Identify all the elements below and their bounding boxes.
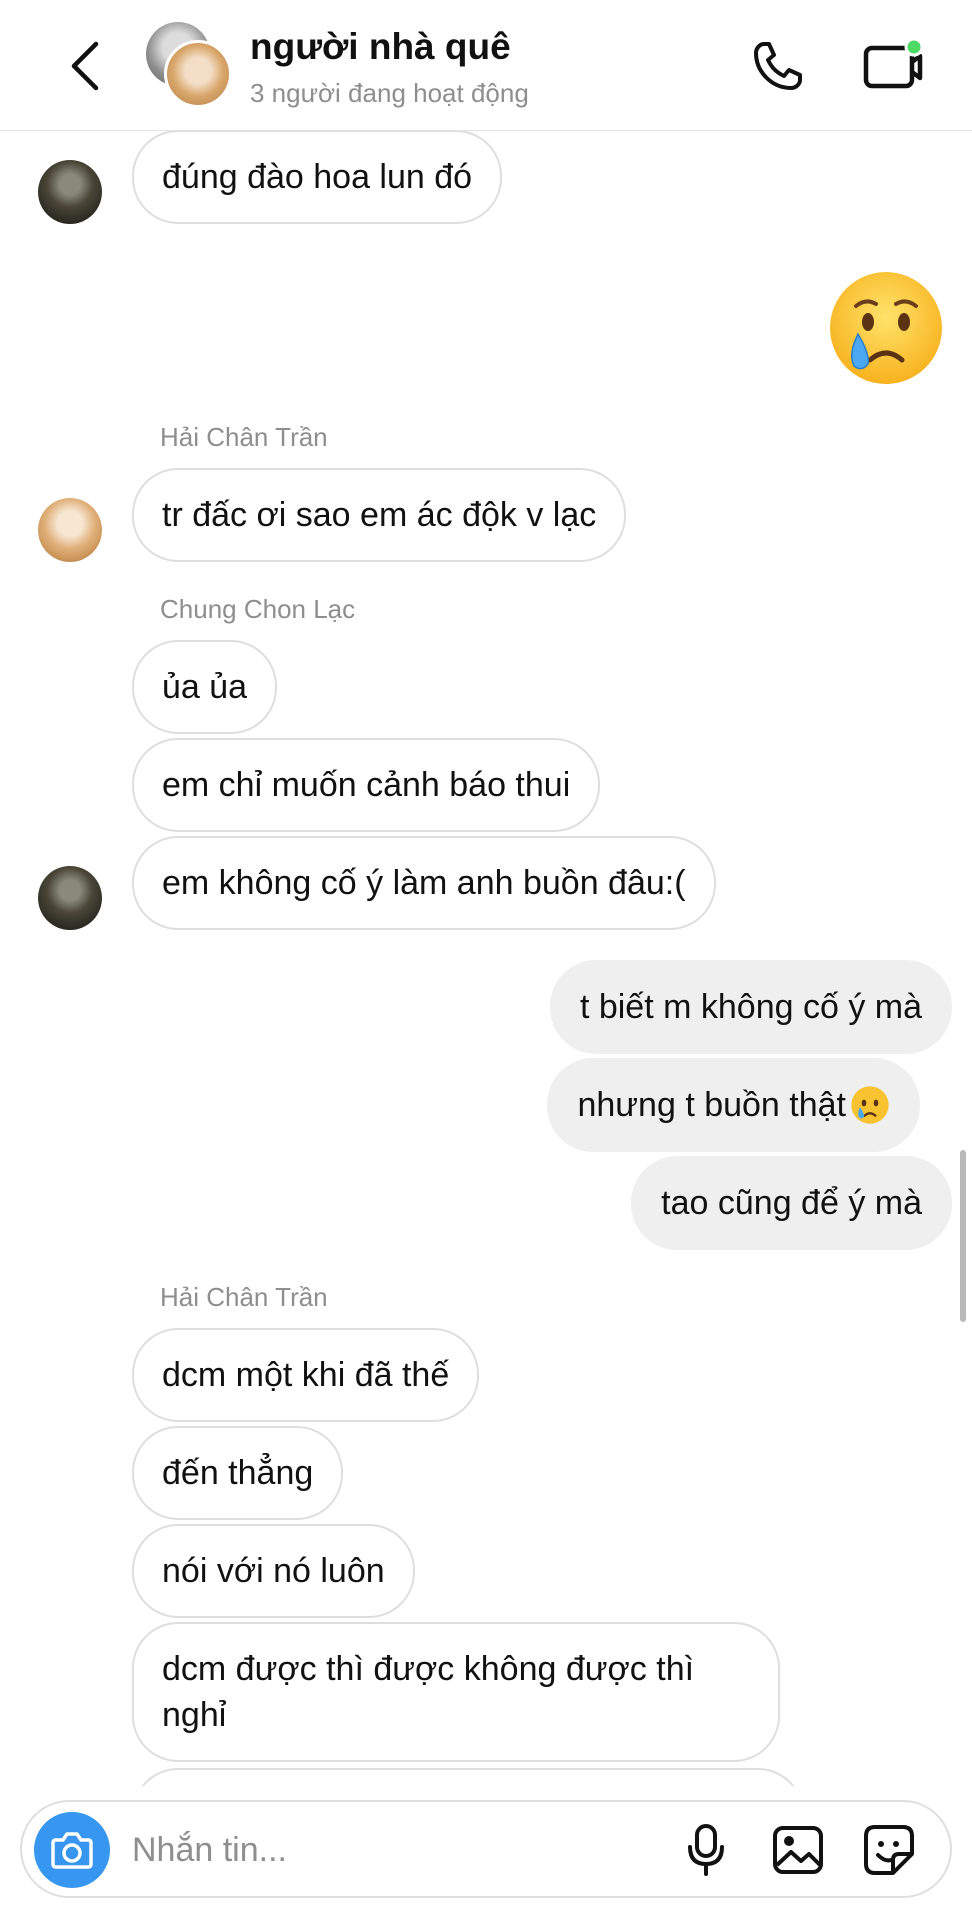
group-avatar[interactable] [146,22,232,108]
member-avatar [164,40,232,108]
camera-icon [51,1832,93,1869]
outgoing-message-bubble[interactable]: t biết m không cố ý mà [549,960,952,1054]
message-bubble[interactable]: em chỉ muốn cảnh báo thui [132,738,601,832]
voice-message-button[interactable] [678,1822,734,1878]
sender-name: Hải Chân Trần [160,1282,328,1312]
phone-icon [754,42,802,90]
sticker-button[interactable] [860,1822,918,1878]
active-status: 3 người đang hoạt động [250,78,529,108]
video-call-button[interactable] [862,36,926,96]
message-composer [20,1800,952,1898]
message-text: nhưng t buồn thật [577,1086,846,1124]
camera-button[interactable] [34,1812,110,1888]
chat-header: người nhà quê 3 người đang hoạt động [0,0,972,131]
chevron-left-icon [71,41,99,91]
back-button[interactable] [60,38,110,94]
message-bubble[interactable]: em không cố ý làm anh buồn đâu:( [132,836,716,930]
outgoing-message-bubble[interactable]: tao cũng để ý mà [631,1156,952,1250]
sender-name: Chung Chon Lạc [160,594,356,624]
message-bubble[interactable]: đúng đào hoa lun đó [132,130,503,224]
message-bubble[interactable]: tr đấc ơi sao em ác độk v lạc [132,468,627,562]
message-bubble[interactable]: ủa ủa [132,640,278,734]
sender-avatar[interactable] [38,498,102,562]
gallery-button[interactable] [768,1822,828,1878]
message-input[interactable] [132,1824,552,1876]
video-icon [863,38,924,89]
message-thread: đúng đào hoa lun đó Hải Chân Trần tr đấc… [0,0,972,1920]
sticker-icon [864,1825,914,1875]
message-bubble[interactable]: dcm một khi đã thế [132,1328,480,1422]
microphone-icon [688,1824,724,1876]
audio-call-button[interactable] [748,36,808,96]
chat-title[interactable]: người nhà quê [250,26,511,68]
message-bubble[interactable]: đến thẳng [132,1426,344,1520]
image-icon [773,1826,823,1874]
outgoing-message-bubble[interactable]: nhưng t buồn thật [547,1058,920,1152]
sender-name: Hải Chân Trần [160,422,328,452]
message-bubble[interactable]: nói với nó luôn [132,1524,415,1618]
crying-face-emoji [851,1086,889,1124]
sender-avatar[interactable] [38,160,102,224]
sender-avatar[interactable] [38,866,102,930]
scrollbar[interactable] [960,1150,966,1322]
message-bubble[interactable]: dcm được thì được không được thì nghỉ [132,1622,780,1762]
crying-face-emoji[interactable] [826,268,946,388]
